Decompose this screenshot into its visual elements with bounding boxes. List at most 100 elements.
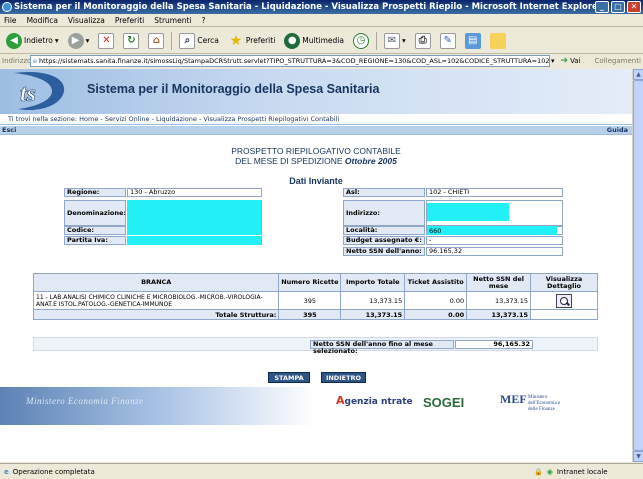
mef-logo-subtitle: Ministero dell'Economia e delle Finanze — [528, 395, 561, 412]
links-label[interactable]: Collegamenti — [595, 57, 641, 65]
search-label: Cerca — [197, 36, 219, 45]
esci-link[interactable]: Esci — [2, 126, 16, 135]
vertical-scrollbar[interactable]: ▲ ▼ — [632, 69, 643, 462]
magnifier-icon[interactable] — [556, 293, 573, 308]
netto-anno-value: 96.165,32 — [426, 247, 563, 256]
intranet-icon: ◉ — [546, 467, 553, 476]
agenzia-entrate-logo: Agenzia ntrate — [336, 394, 413, 407]
entrate-logo-letter: A — [336, 394, 345, 407]
report-title-line1: PROSPETTO RIEPILOGATIVO CONTABILE — [231, 146, 401, 156]
address-input[interactable]: e https://sistemats.sanita.finanze.it/si… — [30, 55, 550, 67]
col-header-netto: Netto SSN del mese — [466, 273, 532, 292]
mail-button[interactable]: ✉ ▾ — [382, 31, 408, 51]
annual-netto-label: Netto SSN dell'anno fino al mese selezio… — [310, 340, 454, 355]
cell-importo: 13,373.15 — [340, 291, 406, 310]
page-done-icon: e — [4, 467, 9, 476]
total-netto: 13,373.15 — [466, 309, 532, 320]
media-button[interactable]: ● Multimedia — [282, 31, 346, 51]
total-empty-cell — [530, 309, 598, 320]
address-label: Indirizzo — [2, 57, 32, 65]
menu-file[interactable]: File — [4, 16, 17, 25]
zone-text: Intranet locale — [556, 467, 608, 476]
close-button[interactable]: ✕ — [627, 1, 641, 13]
forward-button[interactable]: ▶ ▾ — [66, 31, 92, 51]
home-button[interactable]: ⌂ — [146, 31, 166, 51]
edit-icon: ✎ — [439, 32, 456, 49]
menu-help[interactable]: ? — [202, 16, 206, 25]
address-url: https://sistemats.sanita.finanze.it/simo… — [39, 57, 550, 65]
toolbar-separator — [171, 31, 173, 50]
budget-label: Budget assegnato €: — [343, 236, 425, 245]
history-button[interactable]: ◷ — [351, 31, 371, 51]
table-row: 11 - LAB.ANALISI CHIMICO CLINICHE E MICR… — [32, 291, 598, 310]
svg-text:ts: ts — [20, 81, 36, 107]
stampa-button[interactable]: STAMPA — [268, 372, 310, 383]
discuss-button[interactable]: ▤ — [463, 31, 483, 51]
menu-preferiti[interactable]: Preferiti — [115, 16, 144, 25]
indirizzo-label: Indirizzo: — [343, 200, 425, 226]
scroll-thumb[interactable] — [633, 80, 643, 451]
forward-arrow-icon: ▶ — [67, 32, 84, 49]
chevron-down-icon[interactable]: ▾ — [86, 36, 90, 45]
ie-icon — [2, 2, 12, 12]
cell-dettaglio — [530, 291, 598, 310]
toolbar: ◀ Indietro ▾ ▶ ▾ ✕ ↻ ⌂ ⌕ Cerca ★ Preferi… — [0, 28, 643, 54]
discuss-icon: ▤ — [464, 32, 481, 49]
netto-anno-label: Netto SSN dell'anno: — [343, 247, 425, 256]
report-title-line2: DEL MESE DI SPEDIZIONE — [235, 156, 343, 166]
mef-logo: MEF Ministero dell'Economia e delle Finan… — [500, 392, 560, 412]
stop-icon: ✕ — [98, 32, 115, 49]
menu-strumenti[interactable]: Strumenti — [154, 16, 191, 25]
table-header-row: BRANCA Numero Ricette Importo Totale Tic… — [32, 273, 598, 292]
status-bar: e Operazione completata 🔒 ◉ Intranet loc… — [0, 463, 643, 479]
entrate-logo-text: genzia ntrate — [344, 397, 413, 407]
total-row: Totale Struttura: 395 13,373.15 0.00 13,… — [32, 309, 598, 320]
denominazione-label: Denominazione: — [64, 200, 126, 226]
maximize-button[interactable]: □ — [611, 1, 625, 13]
scroll-up-icon[interactable]: ▲ — [633, 69, 643, 80]
col-header-ticket: Ticket Assistito — [404, 273, 468, 292]
footer-watermark: Ministero Economia Finanze — [26, 396, 144, 406]
menu-visualizza[interactable]: Visualizza — [68, 16, 105, 25]
edit-button[interactable]: ✎ — [438, 31, 458, 51]
annual-netto-value: 96,165.32 — [455, 340, 533, 349]
ts-logo: ts — [14, 71, 65, 111]
chevron-down-icon[interactable]: ▾ — [402, 36, 406, 45]
sogei-logo: SOGEI — [423, 395, 465, 410]
breadcrumb: Ti trovi nella sezione: Home - Servizi O… — [0, 114, 632, 125]
dati-inviante-title: Dati Inviante — [289, 176, 343, 186]
regione-value: 130 - Abruzzo — [127, 188, 262, 197]
chevron-down-icon[interactable]: ▾ — [55, 36, 59, 45]
cell-branca: 11 - LAB.ANALISI CHIMICO CLINICHE E MICR… — [32, 291, 280, 310]
localita-text: 660 — [429, 227, 442, 235]
minimize-button[interactable]: _ — [595, 1, 609, 13]
print-icon: ⎙ — [414, 32, 431, 49]
mef-logo-text: MEF — [500, 392, 527, 406]
search-button[interactable]: ⌕ Cerca — [177, 31, 221, 51]
cell-ticket: 0.00 — [404, 291, 468, 310]
chevron-down-icon[interactable]: ▾ — [551, 57, 555, 65]
status-text: Operazione completata — [12, 467, 95, 476]
scroll-down-icon[interactable]: ▼ — [633, 451, 643, 462]
toolbar-separator — [375, 31, 377, 50]
print-button[interactable]: ⎙ — [413, 31, 433, 51]
menu-modifica[interactable]: Modifica — [27, 16, 58, 25]
total-importo: 13,373.15 — [340, 309, 406, 320]
cell-netto: 13,373.15 — [466, 291, 532, 310]
window-titlebar: Sistema per il Monitoraggio della Spesa … — [0, 0, 643, 14]
col-header-branca: BRANCA — [32, 273, 280, 292]
go-button[interactable]: ➔ Vai — [561, 56, 581, 66]
redacted-block — [127, 226, 261, 235]
localita-label: Località: — [343, 226, 425, 235]
page-icon: e — [33, 57, 37, 65]
refresh-button[interactable]: ↻ — [121, 31, 141, 51]
back-button[interactable]: ◀ Indietro ▾ — [4, 31, 61, 51]
messenger-button[interactable] — [488, 31, 508, 51]
indietro-button[interactable]: INDIETRO — [321, 372, 366, 383]
regione-label: Regione: — [64, 188, 126, 197]
favorites-button[interactable]: ★ Preferiti — [226, 31, 277, 51]
codice-label: Codice: — [64, 226, 126, 235]
guida-link[interactable]: Guida — [607, 126, 628, 135]
stop-button[interactable]: ✕ — [96, 31, 116, 51]
partita-iva-label: Partita Iva: — [64, 236, 126, 245]
